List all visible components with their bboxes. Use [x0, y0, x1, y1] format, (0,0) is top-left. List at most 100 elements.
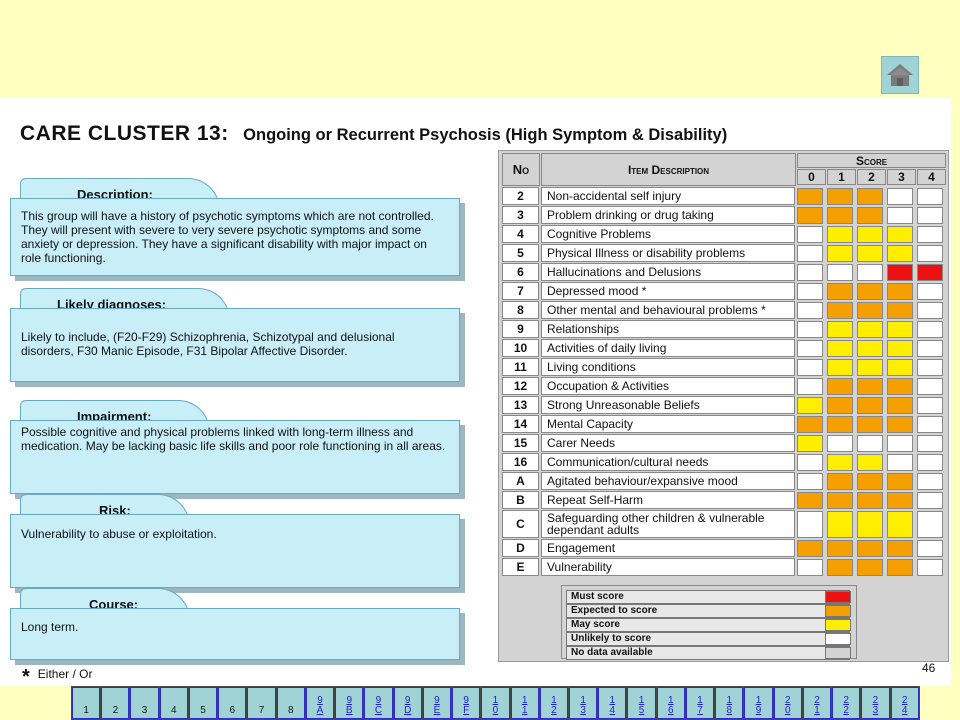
score-cell-4	[917, 302, 943, 319]
nav-page-13[interactable]: 1 3	[568, 687, 598, 719]
nav-page-4[interactable]: 4	[159, 687, 188, 719]
item-number: 6	[502, 263, 539, 281]
nav-page-10[interactable]: 1 0	[481, 687, 510, 719]
score-cell-2	[857, 264, 883, 281]
table-row: 14 Mental Capacity	[502, 415, 948, 434]
score-cell-3	[887, 540, 913, 557]
nav-page-label: 2	[112, 705, 119, 716]
item-description: Communication/cultural needs	[541, 453, 795, 471]
score-level-1: 1	[827, 169, 856, 185]
legend-item-must: Must score	[566, 590, 854, 604]
score-cell-3	[887, 226, 913, 243]
score-cell-3	[887, 245, 913, 262]
score-cell-1	[827, 359, 853, 376]
score-cell-3	[887, 435, 913, 452]
nav-page-label: 1 0	[492, 695, 499, 716]
column-header-description-label: Item Description	[627, 162, 710, 177]
score-cell-2	[857, 283, 883, 300]
nav-page-22[interactable]: 2 2	[832, 687, 861, 719]
footnote-mark: *	[22, 666, 30, 688]
legend-label: May score	[566, 618, 850, 632]
nav-page-label: 1 3	[580, 695, 586, 716]
nav-page-label: 4	[171, 705, 177, 716]
column-header-description: Item Description	[541, 153, 796, 186]
page-navigation: 1 2 3 4 5 6 7 8 9 A 9 B 9 C 9 D 9 E 9 F 1 0 1 1 1 2 1 3 1 …	[71, 686, 920, 720]
nav-page-20[interactable]: 2 0	[773, 687, 802, 719]
nav-page-8[interactable]: 8	[276, 687, 305, 719]
score-cell-1	[827, 397, 853, 414]
nav-page-9e[interactable]: 9 E	[422, 687, 452, 719]
item-number: 3	[502, 206, 539, 224]
item-number: 14	[502, 415, 539, 433]
legend-item-expected: Expected to score	[566, 604, 854, 618]
score-cell-4	[917, 207, 943, 224]
nav-page-1[interactable]: 1	[72, 687, 101, 719]
score-cell-4	[917, 321, 943, 338]
nav-page-9c[interactable]: 9 C	[364, 687, 393, 719]
table-row: A Agitated behaviour/expansive mood	[502, 472, 948, 491]
score-cell-1	[827, 340, 853, 357]
home-button[interactable]	[881, 56, 919, 94]
score-cell-3	[887, 416, 913, 433]
score-cell-0	[797, 435, 823, 452]
score-cell-4	[917, 435, 943, 452]
score-cell-4	[917, 226, 943, 243]
item-number: 10	[502, 339, 539, 357]
nav-page-label: 5	[200, 705, 206, 716]
item-number: 5	[502, 244, 539, 262]
item-number: 8	[502, 301, 539, 319]
nav-page-12[interactable]: 1 2	[539, 687, 568, 719]
score-cell-2	[857, 397, 883, 414]
nav-page-3[interactable]: 3	[130, 687, 159, 719]
nav-page-label: 2 1	[814, 695, 820, 716]
score-level-0: 0	[797, 169, 826, 185]
item-description: Non-accidental self injury	[541, 187, 795, 205]
nav-page-9f[interactable]: 9 F	[452, 687, 481, 719]
score-cell-4	[917, 340, 943, 357]
nav-page-14[interactable]: 1 4	[598, 687, 627, 719]
score-cell-1	[827, 188, 853, 205]
nav-page-19[interactable]: 1 9	[744, 687, 773, 719]
score-cell-4	[917, 454, 943, 471]
nav-page-9a[interactable]: 9 A	[305, 687, 335, 719]
legend-swatch	[825, 605, 851, 617]
score-cell-3	[887, 454, 913, 471]
score-cell-4	[917, 492, 943, 509]
score-cell-2	[857, 540, 883, 557]
nav-page-17[interactable]: 1 7	[685, 687, 715, 719]
score-cell-3	[887, 207, 913, 224]
nav-page-15[interactable]: 1 5	[627, 687, 656, 719]
nav-page-9b[interactable]: 9 B	[335, 687, 364, 719]
score-cell-4	[917, 359, 943, 376]
item-description: Depressed mood *	[541, 282, 795, 300]
nav-page-9d[interactable]: 9 D	[393, 687, 422, 719]
table-row: 2 Non-accidental self injury	[502, 187, 948, 206]
callout-text: This group will have a history of psycho…	[10, 198, 460, 276]
nav-page-label: 1 6	[668, 695, 674, 716]
nav-page-21[interactable]: 2 1	[802, 687, 832, 719]
score-table: No Item Description Score 0 1 2 3 4 2 Non…	[498, 150, 949, 662]
nav-page-2[interactable]: 2	[101, 687, 130, 719]
nav-page-5[interactable]: 5	[188, 687, 218, 719]
nav-page-18[interactable]: 1 8	[715, 687, 744, 719]
legend-item-unlikely: Unlikely to score	[566, 632, 854, 646]
nav-page-11[interactable]: 1 1	[510, 687, 539, 719]
score-cell-1	[827, 207, 853, 224]
column-header-no-label: No	[512, 162, 530, 177]
score-cell-0	[797, 378, 823, 395]
item-description: Vulnerability	[541, 558, 795, 576]
score-cell-3	[887, 321, 913, 338]
nav-page-24[interactable]: 2 4	[890, 687, 919, 719]
legend-item-nodata: No data available	[566, 646, 854, 660]
score-cell-4	[917, 283, 943, 300]
score-cell-2	[857, 378, 883, 395]
nav-page-16[interactable]: 1 6	[656, 687, 685, 719]
score-cell-2	[857, 359, 883, 376]
nav-page-23[interactable]: 2 3	[861, 687, 890, 719]
nav-page-6[interactable]: 6	[218, 687, 247, 719]
nav-page-7[interactable]: 7	[247, 687, 276, 719]
legend-label: Expected to score	[566, 604, 850, 618]
nav-page-label: 9 D	[404, 695, 412, 716]
score-cell-1	[827, 416, 853, 433]
nav-page-label: 1 5	[638, 695, 645, 716]
